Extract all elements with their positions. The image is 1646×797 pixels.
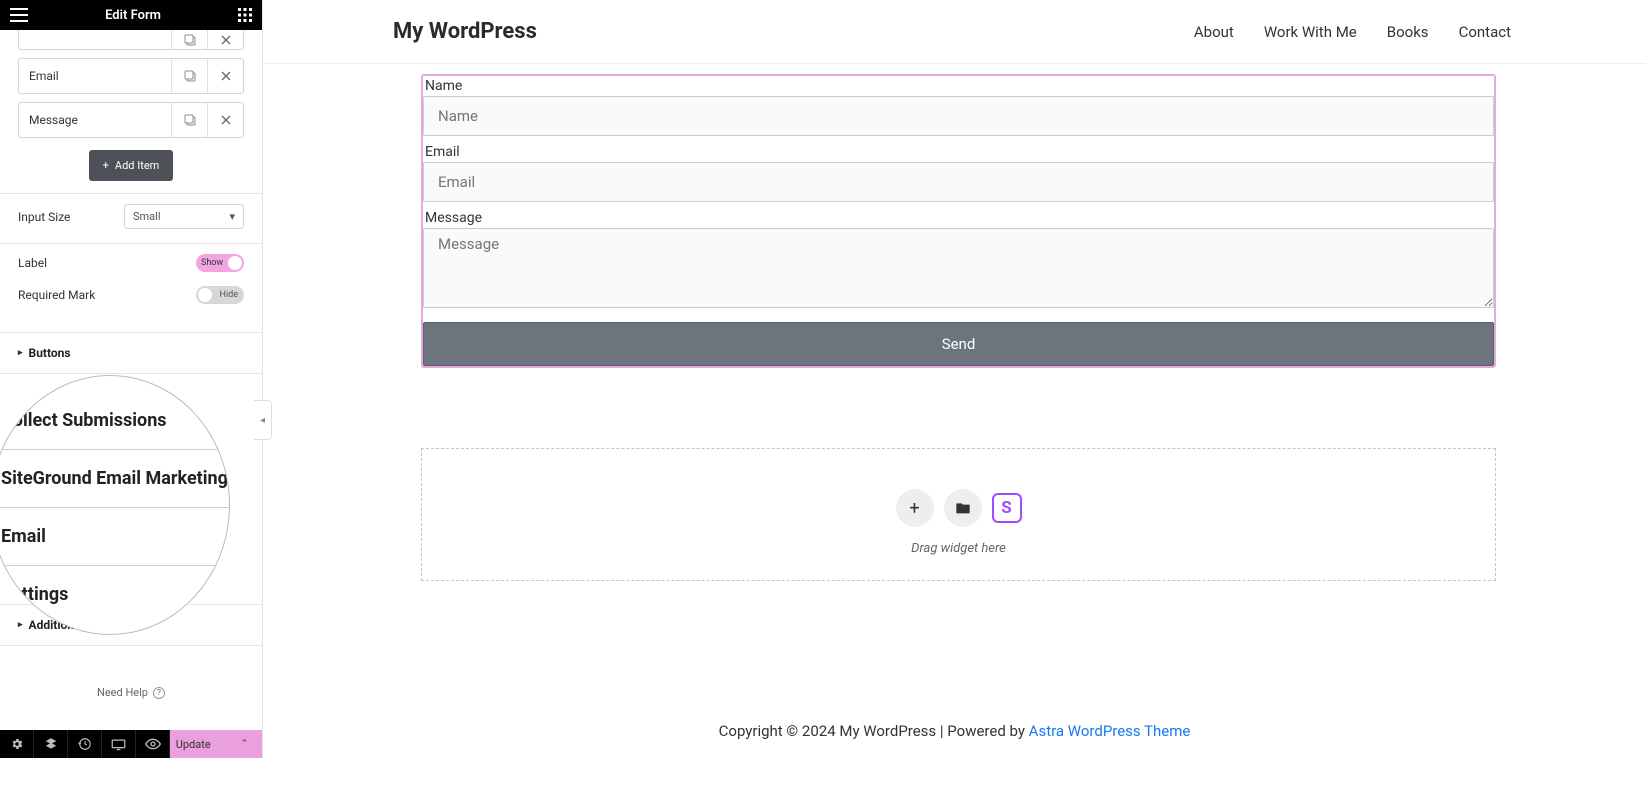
sidebar-header: Edit Form [0,0,262,30]
duplicate-icon[interactable] [171,30,207,49]
sidebar-title: Edit Form [28,8,238,23]
add-widget-button[interactable]: + [896,489,934,527]
buttons-section-header[interactable]: ▸ Buttons [0,332,262,374]
section-email[interactable]: Email [0,508,229,566]
help-icon: ? [153,687,165,699]
plus-icon: + [103,159,109,172]
nav-work-with-me[interactable]: Work With Me [1264,23,1357,41]
form-field-item[interactable]: Message [18,102,244,138]
section-collect-submissions[interactable]: Collect Submissions [0,376,229,450]
required-mark-control: Required Mark Hide [0,282,262,314]
duplicate-icon[interactable] [171,59,207,93]
apps-icon[interactable] [238,8,252,22]
caret-right-icon: ▸ [18,620,23,630]
site-header: My WordPress About Work With Me Books Co… [263,0,1646,64]
footer-theme-link[interactable]: Astra WordPress Theme [1029,722,1191,740]
dropzone-hint: Drag widget here [422,541,1495,556]
siteground-widget-button[interactable]: S [992,493,1022,523]
need-help-link[interactable]: Need Help ? [0,646,262,719]
name-label: Name [423,78,1494,94]
required-mark-toggle[interactable]: Hide [196,286,244,304]
navigator-icon[interactable] [34,730,68,758]
history-icon[interactable] [68,730,102,758]
control-label: Required Mark [18,288,95,302]
settings-icon[interactable] [0,730,34,758]
widget-dropzone[interactable]: + S Drag widget here [421,448,1496,581]
label-toggle-control: Label Show [0,244,262,282]
chevron-up-icon: ⌃ [241,739,249,749]
input-size-control: Input Size Small ▾ [0,194,262,239]
site-title[interactable]: My WordPress [393,19,537,44]
field-item-label [19,30,171,49]
dropzone-actions: + S [422,489,1495,527]
main-canvas: My WordPress About Work With Me Books Co… [263,0,1646,758]
add-item-button[interactable]: + Add Item [89,150,174,181]
field-item-label: Email [19,59,171,93]
nav-books[interactable]: Books [1387,23,1429,41]
sidebar-bottom-bar: Update ⌃ [0,730,262,758]
name-input[interactable] [423,96,1494,136]
nav-about[interactable]: About [1194,23,1234,41]
control-label: Label [18,256,47,270]
control-label: Input Size [18,210,70,224]
sidebar-body: Email Message + Add Item [0,30,262,730]
input-size-select[interactable]: Small ▾ [124,204,244,229]
email-label: Email [423,144,1494,160]
remove-icon[interactable] [207,59,243,93]
magnify-overlay: Collect Submissions SiteGround Email Mar… [0,375,230,635]
remove-icon[interactable] [207,30,243,49]
responsive-icon[interactable] [102,730,136,758]
preview-icon[interactable] [136,730,170,758]
message-textarea[interactable] [423,228,1494,308]
update-button[interactable]: Update ⌃ [170,730,262,758]
send-button[interactable]: Send [423,322,1494,366]
nav-contact[interactable]: Contact [1459,23,1511,41]
site-footer: Copyright © 2024 My WordPress | Powered … [263,704,1646,758]
canvas-area: Name Email Message Send + S Drag widget … [263,64,1646,704]
remove-icon[interactable] [207,103,243,137]
chevron-down-icon: ▾ [229,210,235,223]
message-label: Message [423,210,1494,226]
collapse-sidebar-handle[interactable]: ◂ [254,400,272,440]
contact-form-widget[interactable]: Name Email Message Send [421,74,1496,368]
menu-icon[interactable] [10,8,28,22]
footer-text: Copyright © 2024 My WordPress | Powered … [719,722,1029,740]
caret-right-icon: ▸ [18,348,23,358]
library-button[interactable] [944,489,982,527]
duplicate-icon[interactable] [171,103,207,137]
email-input[interactable] [423,162,1494,202]
field-item-label: Message [19,103,171,137]
form-field-item[interactable] [18,30,244,50]
primary-nav: About Work With Me Books Contact [1194,23,1511,41]
form-field-item[interactable]: Email [18,58,244,94]
label-toggle[interactable]: Show [196,254,244,272]
section-siteground-email-marketing[interactable]: SiteGround Email Marketing [0,450,229,508]
editor-sidebar: Edit Form Emai [0,0,263,758]
